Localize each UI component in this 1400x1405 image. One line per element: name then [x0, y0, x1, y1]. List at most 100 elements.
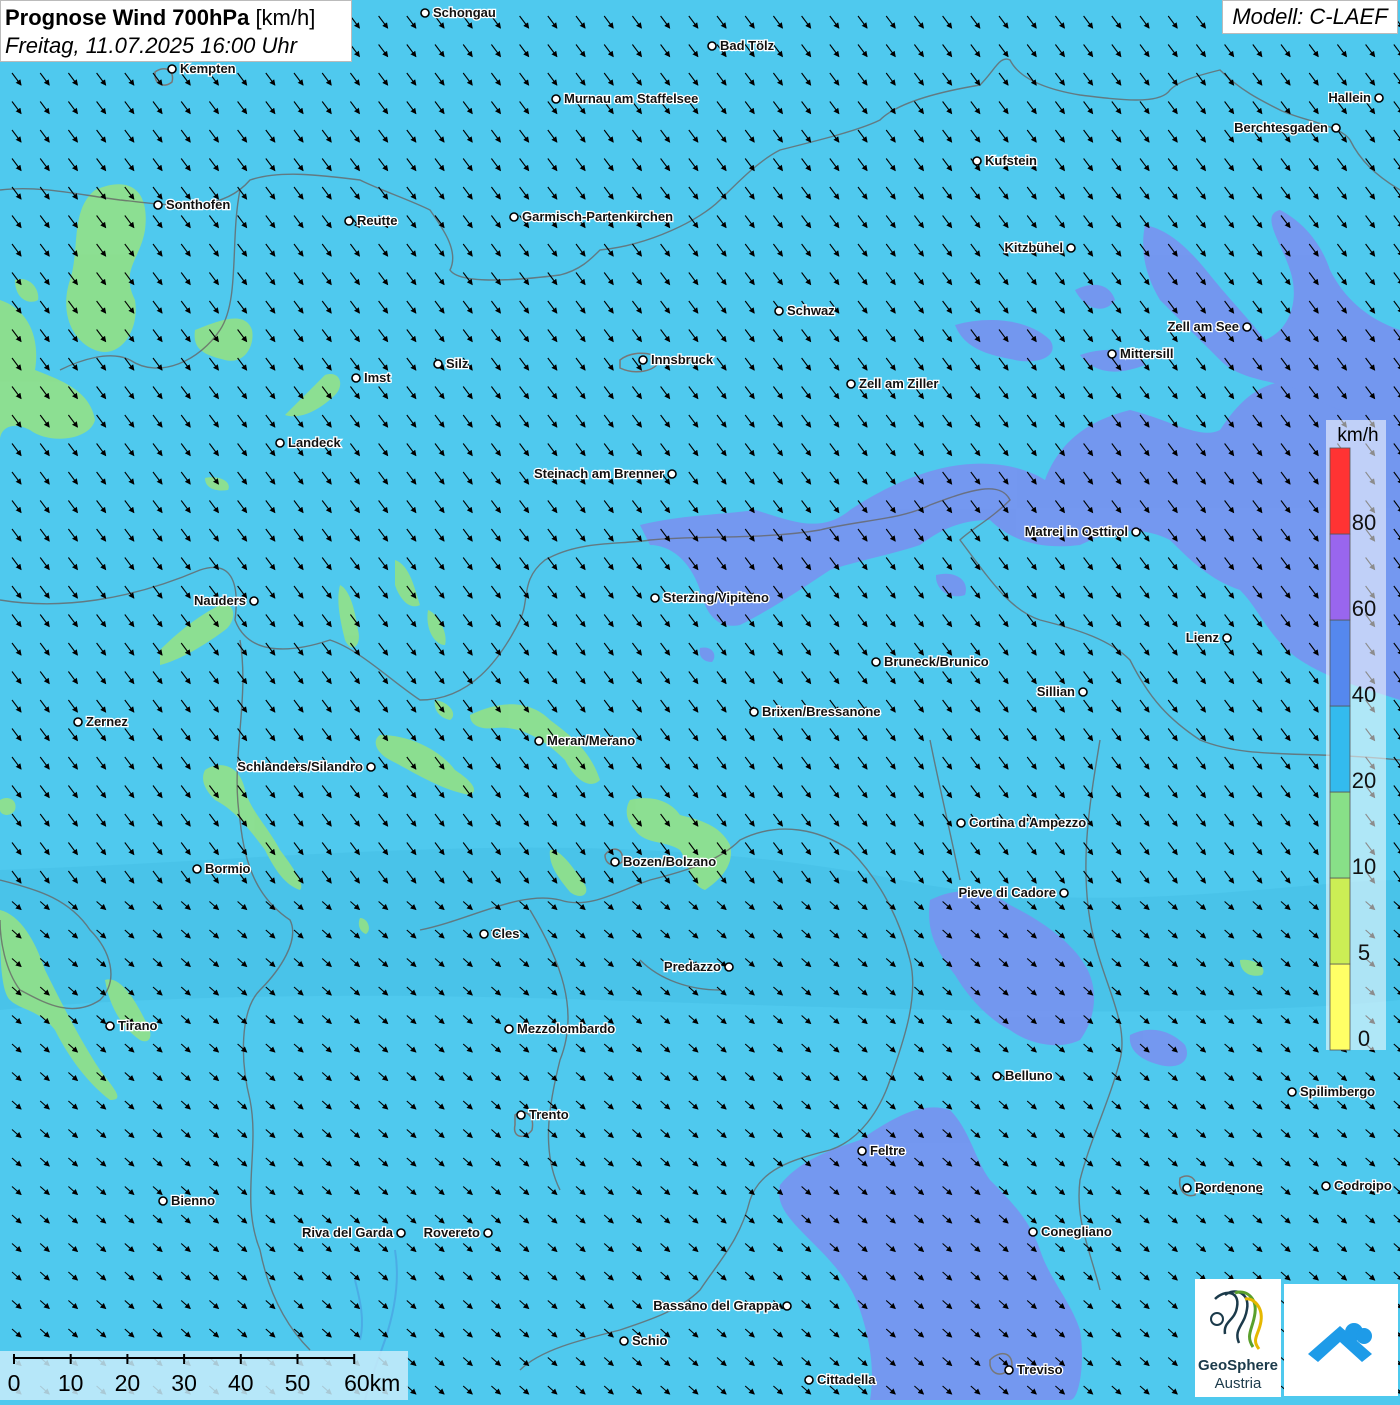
city-dot: [483, 1228, 493, 1238]
city-label: Schlanders/Silandro: [237, 759, 363, 774]
city-dot: [707, 41, 717, 51]
forecast-datetime: Freitag, 11.07.2025 16:00 Uhr: [5, 33, 297, 58]
city-label: Zell am See: [1167, 319, 1239, 334]
city-label: Imst: [364, 370, 391, 385]
city-dot: [871, 657, 881, 667]
city-48: Bassano del Grappa: [652, 1297, 792, 1314]
city-dot: [504, 1024, 514, 1034]
city-label: Steinach am Brenner: [534, 466, 664, 481]
city-label: Silz: [446, 356, 469, 371]
city-dot: [420, 8, 430, 18]
city-dot: [650, 593, 660, 603]
city-dot: [73, 717, 83, 727]
city-37: Mezzolombardo: [504, 1020, 617, 1037]
city-dot: [749, 707, 759, 717]
city-label: Bassano del Grappa: [653, 1298, 779, 1313]
city-dot: [1059, 888, 1069, 898]
city-label: Spilimbergo: [1300, 1084, 1375, 1099]
legend-bars: [1329, 447, 1351, 1051]
legend-bar-60: [1329, 533, 1351, 621]
city-label: Feltre: [870, 1143, 905, 1158]
city-dot: [804, 1375, 814, 1385]
city-label: Berchtesgaden: [1234, 120, 1328, 135]
scale-bar: 0 10 20 30 40 50 60km: [0, 1351, 408, 1400]
city-33: Pieve di Cadore: [957, 884, 1069, 901]
city-dot: [724, 962, 734, 972]
city-dot: [516, 1110, 526, 1120]
legend-label-40: 40: [1352, 682, 1376, 707]
city-dot: [956, 818, 966, 828]
city-dot: [249, 596, 259, 606]
city-dot: [610, 857, 620, 867]
city-dot: [619, 1336, 629, 1346]
city-dot: [667, 469, 677, 479]
city-label: Meran/Merano: [547, 733, 635, 748]
city-17: Zell am Ziller: [846, 375, 940, 392]
city-dot: [433, 359, 443, 369]
city-dot: [1078, 687, 1088, 697]
city-dot: [1066, 243, 1076, 253]
city-label: Mezzolombardo: [517, 1021, 615, 1036]
city-30: Cortina d'Ampezzo: [956, 814, 1088, 831]
city-label: Bad Tölz: [720, 38, 775, 53]
city-dot: [153, 200, 163, 210]
city-label: Predazzo: [664, 959, 721, 974]
legend-label-80: 80: [1352, 510, 1376, 535]
city-dot: [192, 864, 202, 874]
legend-label-5: 5: [1358, 940, 1370, 965]
city-dot: [1182, 1183, 1192, 1193]
city-label: Zell am Ziller: [859, 376, 938, 391]
city-label: Innsbruck: [651, 352, 714, 367]
city-label: Landeck: [288, 435, 342, 450]
city-label: Conegliano: [1041, 1224, 1112, 1239]
city-dot: [972, 156, 982, 166]
city-label: Zernez: [86, 714, 128, 729]
city-dot: [638, 355, 648, 365]
city-label: Murnau am Staffelsee: [564, 91, 698, 106]
city-dot: [509, 212, 519, 222]
city-label: Lienz: [1186, 630, 1220, 645]
city-label: Codroipo: [1334, 1178, 1392, 1193]
city-label: Sonthofen: [166, 197, 230, 212]
city-dot: [479, 929, 489, 939]
city-label: Matrei in Osttirol: [1025, 524, 1128, 539]
city-3: Murnau am Staffelsee: [551, 90, 700, 107]
city-label: Bruneck/Brunico: [884, 654, 989, 669]
city-label: Reutte: [357, 213, 397, 228]
city-9: Garmisch-Partenkirchen: [509, 208, 674, 225]
legend-label-60: 60: [1352, 596, 1376, 621]
city-label: Sterzing/Vipiteno: [663, 590, 769, 605]
city-dot: [396, 1228, 406, 1238]
color-legend: km/h 0 5 10 20 40 60 80: [1326, 420, 1386, 1051]
city-label: Bozen/Bolzano: [623, 854, 716, 869]
city-dot: [275, 438, 285, 448]
city-26: Brixen/Bressanone: [749, 703, 882, 720]
city-label: Nauders: [194, 593, 246, 608]
weather-app-logo: [1284, 1284, 1398, 1396]
city-24: Bruneck/Brunico: [871, 653, 990, 670]
city-dot: [551, 94, 561, 104]
city-dot: [1222, 633, 1232, 643]
legend-label-20: 20: [1352, 768, 1376, 793]
city-31: Bozen/Bolzano: [610, 853, 717, 870]
city-dot: [105, 1021, 115, 1031]
city-dot: [774, 306, 784, 316]
scale-label: 30: [171, 1370, 197, 1396]
city-label: Brixen/Bressanone: [762, 704, 881, 719]
geosphere-logo: GeoSphere Austria: [1195, 1279, 1281, 1397]
scale-label: 40: [228, 1370, 254, 1396]
wind-map: Schongau Bad Tölz Kempten Murnau am Staffel…: [0, 0, 1400, 1400]
city-label: Rovereto: [424, 1225, 480, 1240]
city-45: Riva del Garda: [301, 1224, 406, 1241]
city-label: Pieve di Cadore: [958, 885, 1056, 900]
city-label: Cles: [492, 926, 519, 941]
city-dot: [1242, 322, 1252, 332]
city-label: Cittadella: [817, 1372, 876, 1387]
legend-unit: km/h: [1337, 425, 1378, 446]
legend-bar-0: [1329, 963, 1351, 1051]
cloud-arrow-icon: [1308, 1323, 1372, 1362]
city-dot: [1131, 527, 1141, 537]
city-dot: [351, 373, 361, 383]
city-label: Garmisch-Partenkirchen: [522, 209, 673, 224]
city-label: Pordenone: [1195, 1180, 1263, 1195]
